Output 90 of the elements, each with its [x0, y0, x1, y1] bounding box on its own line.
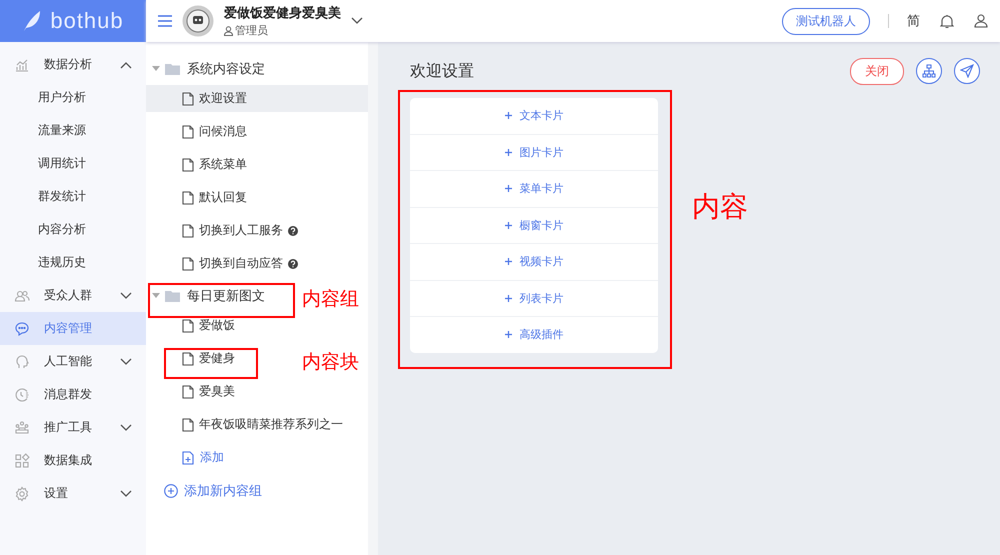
grid-icon	[14, 452, 30, 468]
annotation-label: 内容块	[302, 351, 359, 375]
user-icon[interactable]	[974, 14, 988, 28]
clock-icon	[14, 386, 30, 402]
plus-icon	[504, 258, 512, 266]
chevron-down-icon	[120, 424, 132, 432]
robot-avatar	[182, 5, 214, 37]
sidebar-subitem[interactable]: 流量来源	[0, 114, 146, 147]
sidebar-subitem[interactable]: 违规历史	[0, 246, 146, 279]
bell-icon[interactable]	[940, 14, 954, 28]
sidebar-item[interactable]: 数据分析	[0, 48, 146, 81]
add-document-icon	[182, 450, 194, 464]
tree-item[interactable]: 系统菜单	[146, 151, 255, 178]
tree-item[interactable]: 爱臭美	[146, 378, 243, 405]
page-title: 欢迎设置	[410, 62, 475, 82]
tree-item[interactable]: 年夜饭吸睛菜推荐系列之一	[146, 411, 351, 438]
add-card-option[interactable]: 高级插件	[410, 317, 658, 352]
close-button[interactable]: 关闭	[850, 58, 904, 84]
add-group-link[interactable]: 添加新内容组	[164, 477, 368, 504]
document-icon	[182, 418, 194, 432]
sidebar-subitem[interactable]: 调用统计	[0, 147, 146, 180]
logo-text: bothub	[50, 8, 124, 34]
menu-icon[interactable]	[158, 15, 172, 27]
user-icon	[224, 26, 233, 36]
role-label: 管理员	[235, 24, 268, 38]
document-icon	[182, 190, 194, 204]
account-name: 爱做饭爱健身爱臭美	[224, 4, 341, 22]
send-button[interactable]	[954, 58, 980, 84]
gear-icon	[14, 486, 30, 502]
tree-item[interactable]: 爱做饭	[146, 312, 243, 339]
document-icon	[182, 92, 194, 106]
tree-item[interactable]: 问候消息	[146, 118, 255, 145]
folder-icon	[165, 290, 180, 302]
folder-icon	[165, 63, 180, 75]
plus-icon	[504, 331, 512, 338]
sidebar-item[interactable]: 设置	[0, 477, 146, 510]
plus-icon	[504, 112, 512, 120]
plus-icon	[504, 185, 512, 192]
chevron-down-icon	[120, 292, 132, 300]
annotation-label: 内容	[692, 190, 748, 224]
add-card-option[interactable]: 菜单卡片	[410, 171, 658, 208]
chevron-up-icon	[120, 60, 132, 68]
add-card-option[interactable]: 视频卡片	[410, 244, 658, 280]
content-group-title[interactable]: 每日更新图文	[187, 287, 265, 305]
podium-icon	[14, 420, 30, 436]
content-group-title[interactable]: 系统内容设定	[187, 60, 265, 78]
annotation-label: 内容组	[302, 288, 359, 312]
chevron-down-icon	[351, 17, 363, 25]
document-icon	[182, 384, 194, 398]
test-robot-button[interactable]: 测试机器人	[782, 8, 870, 34]
document-icon	[182, 256, 194, 270]
sidebar-item[interactable]: 数据集成	[0, 444, 146, 477]
head-icon	[14, 354, 30, 370]
tree-item[interactable]: 切换到人工服务	[146, 217, 306, 244]
tree-item[interactable]: 爱健身	[146, 345, 243, 372]
send-icon	[960, 64, 974, 78]
plus-circle-icon	[164, 484, 178, 498]
document-icon	[182, 224, 194, 238]
bar-chart-icon	[14, 56, 30, 72]
language-toggle[interactable]: 简	[907, 12, 920, 30]
sidebar-item[interactable]: 人工智能	[0, 345, 146, 378]
hierarchy-icon	[922, 64, 936, 78]
plus-icon	[504, 222, 512, 229]
sidebar-subitem[interactable]: 内容分析	[0, 213, 146, 246]
document-icon	[182, 318, 194, 332]
sidebar-item[interactable]: 推广工具	[0, 411, 146, 444]
sidebar-item[interactable]: 受众人群	[0, 279, 146, 312]
chevron-down-icon	[120, 490, 132, 498]
document-icon	[182, 158, 194, 172]
add-card-option[interactable]: 橱窗卡片	[410, 208, 658, 244]
document-icon	[182, 124, 194, 138]
tree-item[interactable]: 欢迎设置	[146, 85, 368, 112]
plus-icon	[504, 148, 512, 156]
chevron-down-icon	[120, 358, 132, 366]
document-icon	[182, 352, 194, 366]
feather-icon	[22, 10, 42, 32]
chat-bubble-icon	[14, 320, 30, 336]
tree-item[interactable]: 默认回复	[146, 184, 255, 211]
sidebar-subitem[interactable]: 群发统计	[0, 180, 146, 213]
add-card-option[interactable]: 文本卡片	[410, 98, 658, 134]
caret-down-icon[interactable]	[152, 293, 160, 299]
tree-item[interactable]: 切换到自动应答	[146, 250, 306, 277]
add-card-option[interactable]: 列表卡片	[410, 280, 658, 317]
add-item-link[interactable]: 添加	[182, 444, 368, 471]
caret-down-icon[interactable]	[152, 66, 160, 72]
hierarchy-button[interactable]	[916, 58, 942, 84]
add-card-option[interactable]: 图片卡片	[410, 134, 658, 171]
plus-icon	[504, 294, 512, 302]
sidebar-item[interactable]: 消息群发	[0, 378, 146, 411]
sidebar-subitem[interactable]: 用户分析	[0, 81, 146, 114]
